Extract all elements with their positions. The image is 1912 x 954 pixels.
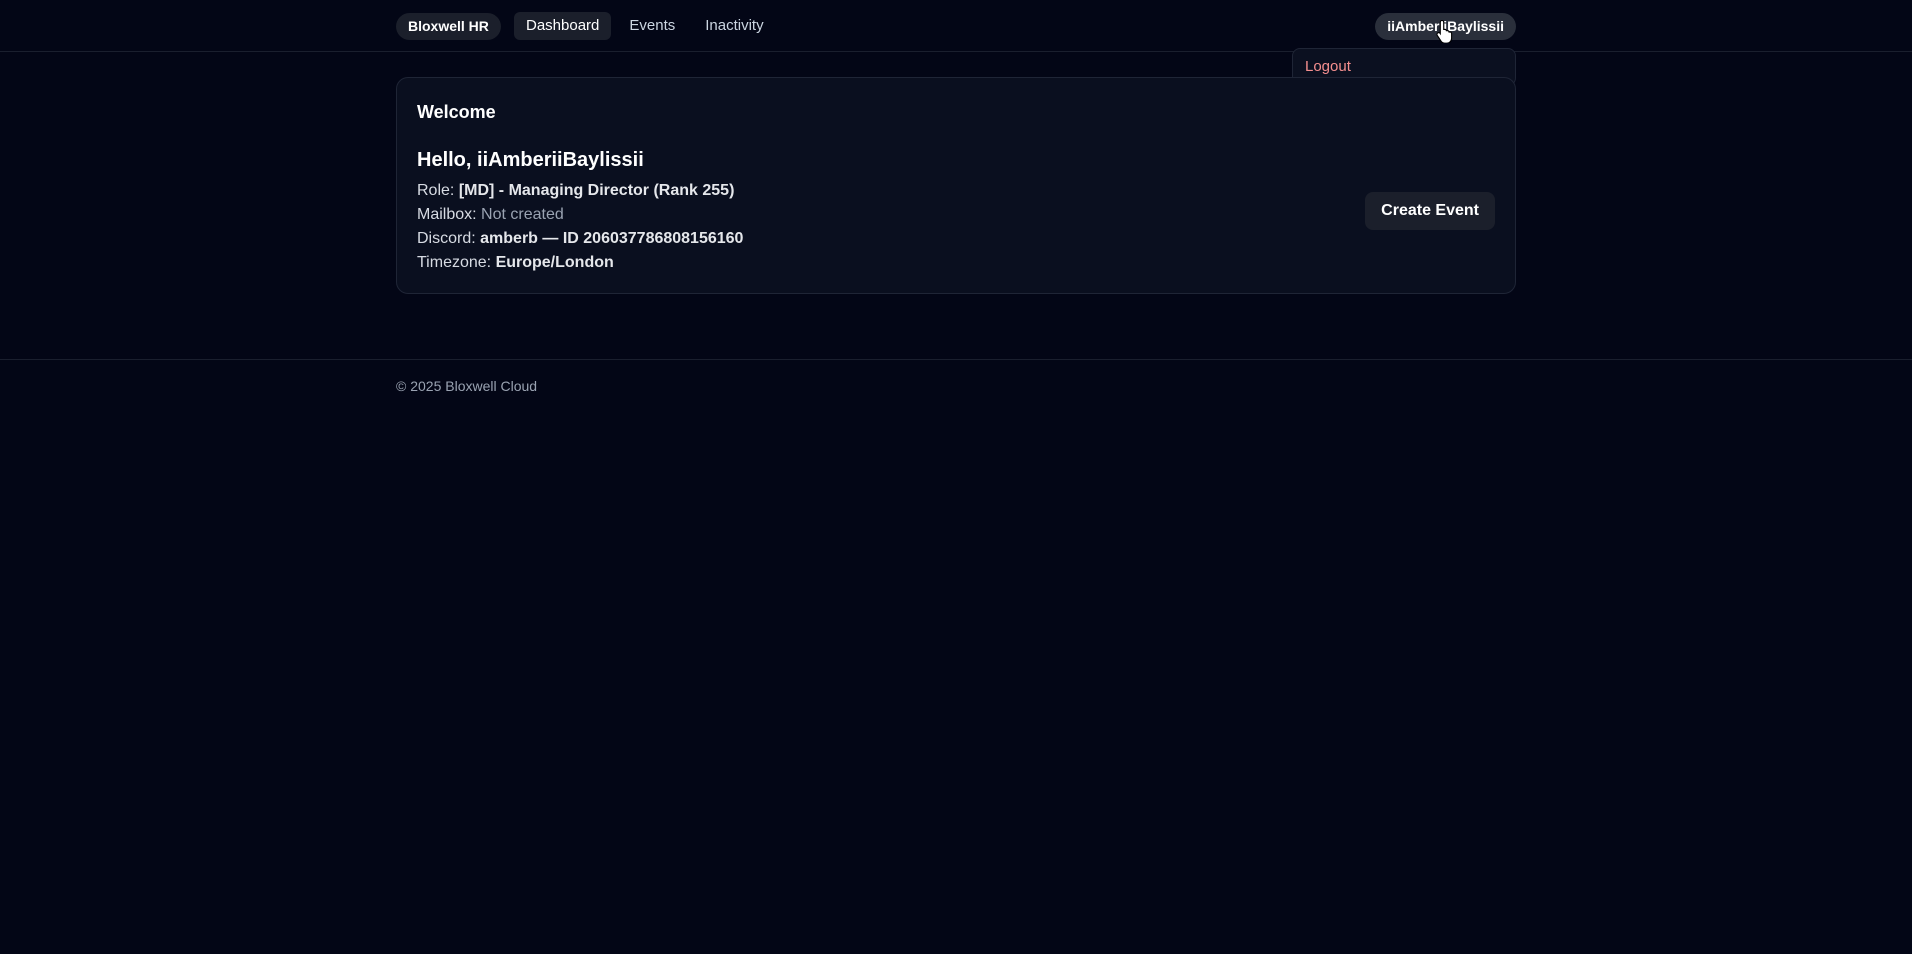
create-event-button[interactable]: Create Event — [1365, 192, 1495, 230]
nav-events[interactable]: Events — [617, 12, 687, 40]
timezone-label: Timezone: — [417, 254, 492, 271]
discord-row: Discord: amberb — ID 206037786808156160 — [417, 230, 743, 248]
discord-value: amberb — ID 206037786808156160 — [480, 230, 744, 247]
timezone-row: Timezone: Europe/London — [417, 254, 614, 272]
logout-menu-item[interactable]: Logout — [1305, 58, 1351, 75]
card-title: Welcome — [417, 102, 496, 122]
top-navbar: Bloxwell HR Dashboard Events Inactivity … — [0, 0, 1912, 52]
mailbox-value: Not created — [481, 206, 564, 223]
discord-label: Discord: — [417, 230, 476, 247]
main-nav: Dashboard Events Inactivity — [514, 12, 776, 40]
hand-cursor-icon — [1436, 19, 1453, 43]
role-value: [MD] - Managing Director (Rank 255) — [458, 182, 735, 199]
footer-copyright: © 2025 Bloxwell Cloud — [396, 378, 538, 394]
mailbox-row: Mailbox: Not created — [417, 206, 564, 224]
role-label: Role: — [417, 182, 455, 199]
mailbox-label: Mailbox: — [417, 206, 477, 223]
welcome-card: Welcome Hello, iiAmberiiBaylissii Role: … — [396, 77, 1516, 294]
greeting-heading: Hello, iiAmberiiBaylissii — [417, 149, 644, 171]
timezone-value: Europe/London — [495, 254, 614, 271]
role-row: Role: [MD] - Managing Director (Rank 255… — [417, 182, 734, 200]
brand-logo[interactable]: Bloxwell HR — [396, 13, 501, 40]
nav-dashboard[interactable]: Dashboard — [514, 12, 612, 40]
footer-divider — [0, 359, 1912, 360]
nav-inactivity[interactable]: Inactivity — [693, 12, 775, 40]
